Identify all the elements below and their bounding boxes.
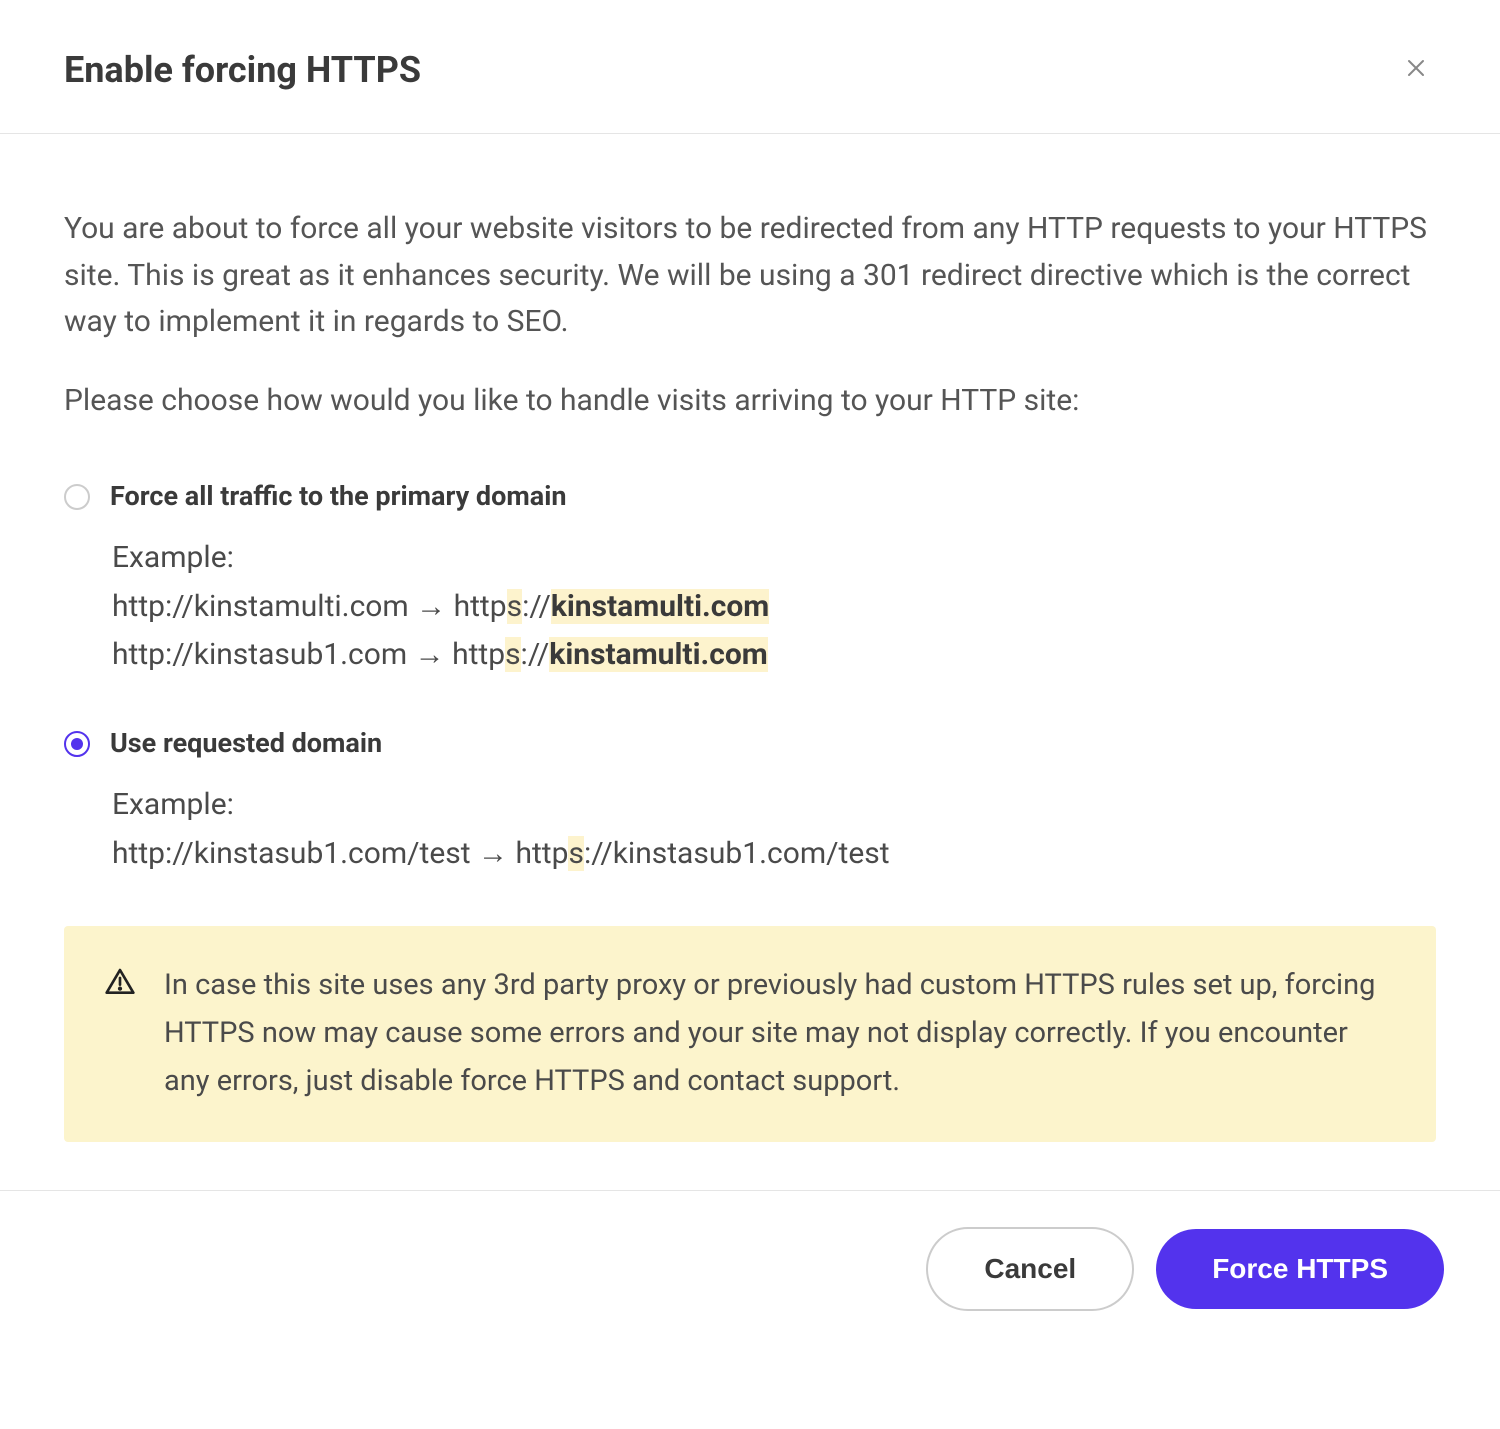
- warning-text: In case this site uses any 3rd party pro…: [164, 962, 1380, 1106]
- example2-prefix: http://kinstasub1.com → http: [112, 637, 505, 672]
- option-primary-domain-group: Force all traffic to the primary domain …: [64, 480, 1436, 679]
- radio-primary-label[interactable]: Force all traffic to the primary domain: [110, 480, 566, 512]
- radio-primary-domain[interactable]: [64, 484, 90, 510]
- description-text: You are about to force all your website …: [64, 206, 1436, 346]
- force-https-modal: Enable forcing HTTPS You are about to fo…: [0, 0, 1500, 1375]
- example3-s: s: [568, 836, 583, 871]
- modal-body: You are about to force all your website …: [0, 134, 1500, 1190]
- example1-s: s: [507, 589, 522, 624]
- example2-mid: ://: [521, 637, 550, 672]
- radio-requested-domain[interactable]: [64, 731, 90, 757]
- example-line-2: http://kinstasub1.com → https://kinstamu…: [112, 631, 1436, 679]
- example1-mid: ://: [522, 589, 551, 624]
- example-label-primary: Example:: [112, 540, 1436, 575]
- warning-box: In case this site uses any 3rd party pro…: [64, 926, 1436, 1142]
- subdescription-text: Please choose how would you like to hand…: [64, 378, 1436, 425]
- modal-header: Enable forcing HTTPS: [0, 0, 1500, 134]
- example3-prefix: http://kinstasub1.com/test → http: [112, 836, 568, 871]
- radio-option-primary: Force all traffic to the primary domain: [64, 480, 1436, 512]
- example-line-3: http://kinstasub1.com/test → https://kin…: [112, 830, 1436, 878]
- example-primary: Example: http://kinstamulti.com → https:…: [112, 540, 1436, 679]
- warning-icon: [104, 966, 136, 1002]
- radio-option-requested: Use requested domain: [64, 727, 1436, 759]
- radio-requested-label[interactable]: Use requested domain: [110, 727, 382, 759]
- example1-prefix: http://kinstamulti.com → http: [112, 589, 507, 624]
- example1-domain: kinstamulti.com: [551, 589, 769, 624]
- example3-suffix: ://kinstasub1.com/test: [584, 836, 890, 871]
- example2-domain: kinstamulti.com: [549, 637, 767, 672]
- modal-footer: Cancel Force HTTPS: [0, 1190, 1500, 1375]
- modal-title: Enable forcing HTTPS: [64, 49, 421, 91]
- cancel-button[interactable]: Cancel: [926, 1227, 1134, 1311]
- example-requested: Example: http://kinstasub1.com/test → ht…: [112, 787, 1436, 878]
- option-requested-domain-group: Use requested domain Example: http://kin…: [64, 727, 1436, 878]
- example-line-1: http://kinstamulti.com → https://kinstam…: [112, 583, 1436, 631]
- force-https-button[interactable]: Force HTTPS: [1156, 1229, 1444, 1309]
- example2-s: s: [505, 637, 520, 672]
- close-icon: [1404, 56, 1428, 83]
- close-button[interactable]: [1396, 48, 1436, 91]
- example-label-requested: Example:: [112, 787, 1436, 822]
